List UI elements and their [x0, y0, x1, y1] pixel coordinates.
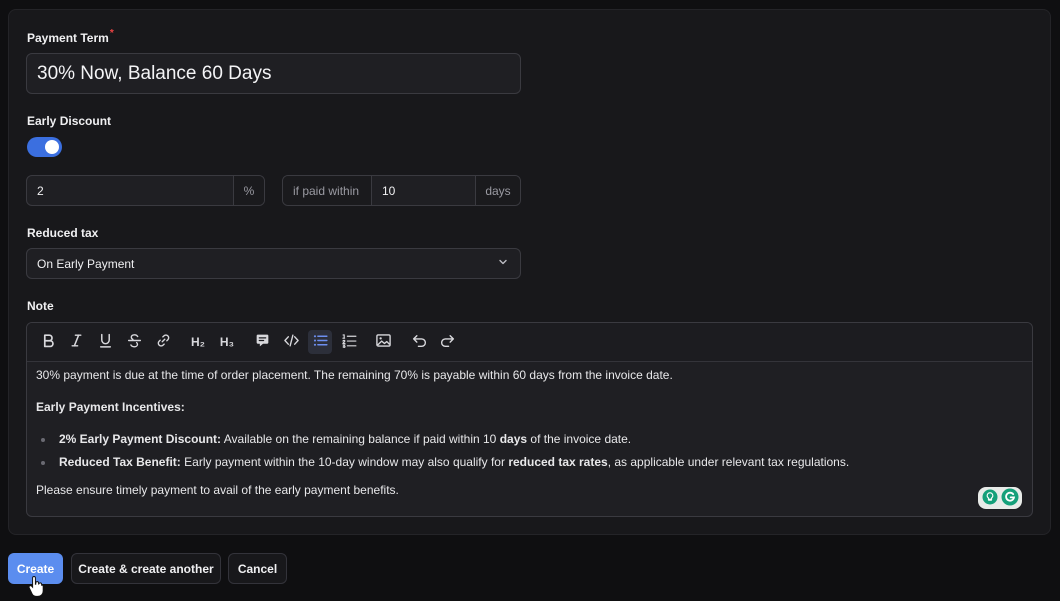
undo-button[interactable] [407, 330, 431, 354]
bold-icon [40, 332, 57, 352]
discount-days-value: 10 [382, 183, 396, 198]
create-another-button[interactable]: Create & create another [71, 553, 221, 584]
heading-2-icon: H₂ [191, 335, 205, 349]
discount-percent-input[interactable]: 2 [27, 176, 233, 205]
image-button[interactable] [371, 330, 395, 354]
hand-cursor-icon [28, 575, 46, 597]
chevron-down-icon [497, 256, 509, 271]
link-icon [155, 332, 172, 352]
bullet-list-button[interactable] [308, 330, 332, 354]
code-button[interactable] [279, 330, 303, 354]
underline-button[interactable] [93, 330, 117, 354]
incentives-list: 2% Early Payment Discount: Available on … [36, 431, 1023, 471]
bullet-2-title: Reduced Tax Benefit: [59, 455, 181, 470]
discount-percent-value: 2 [37, 183, 44, 198]
lightbulb-icon [982, 489, 998, 508]
bullet-list-icon [312, 332, 329, 352]
image-icon [375, 332, 392, 352]
editor-toolbar: H₂ H₃ [27, 323, 1032, 362]
ordered-list-icon [341, 332, 358, 352]
note-heading: Early Payment Incentives: [36, 399, 1023, 415]
strikethrough-icon [126, 332, 143, 352]
payment-term-input[interactable]: 30% Now, Balance 60 Days [26, 53, 521, 94]
cancel-button[interactable]: Cancel [228, 553, 287, 584]
bullet-1-text-a: Available on the remaining balance if pa… [221, 431, 500, 446]
bullet-2-text-a: Early payment within the 10-day window m… [180, 455, 509, 470]
grammarly-widget[interactable] [978, 487, 1022, 509]
if-paid-prefix: if paid within [283, 176, 371, 205]
bullet-1-bold: days [499, 431, 528, 446]
discount-days-input[interactable]: 10 [371, 176, 475, 205]
note-editor: H₂ H₃ 30% payment is due at the time of … [26, 322, 1033, 517]
underline-icon [97, 332, 114, 352]
heading-3-button[interactable]: H₃ [215, 330, 239, 354]
ordered-list-button[interactable] [337, 330, 361, 354]
reduced-tax-selected: On Early Payment [37, 256, 135, 271]
days-suffix: days [475, 176, 520, 205]
list-item: Reduced Tax Benefit: Early payment withi… [36, 455, 1023, 470]
note-paragraph-1: 30% payment is due at the time of order … [36, 368, 673, 382]
reduced-tax-select[interactable]: On Early Payment [26, 248, 521, 279]
heading-3-icon: H₃ [219, 335, 235, 349]
editor-content[interactable]: 30% payment is due at the time of order … [27, 362, 1032, 516]
early-discount-label: Early Discount [27, 114, 112, 128]
bullet-1-text-b: of the invoice date. [527, 431, 632, 446]
bullet-2-text-b: , as applicable under relevant tax regul… [607, 455, 850, 470]
note-heading-text: Early Payment Incentives: [36, 399, 185, 414]
early-discount-toggle[interactable] [27, 137, 62, 157]
italic-icon [68, 332, 85, 352]
link-button[interactable] [151, 330, 175, 354]
reduced-tax-label: Reduced tax [27, 226, 99, 240]
payment-term-value: 30% Now, Balance 60 Days [37, 62, 272, 84]
note-label: Note [27, 299, 54, 313]
comment-button[interactable] [250, 330, 274, 354]
bullet-2-bold: reduced tax rates [508, 455, 608, 470]
note-paragraph-2: Please ensure timely payment to avail of… [36, 483, 399, 498]
toggle-knob [45, 140, 59, 154]
bold-button[interactable] [36, 330, 60, 354]
redo-icon [439, 332, 456, 352]
heading-2-button[interactable]: H₂ [186, 330, 210, 354]
required-mark: * [109, 28, 114, 39]
discount-days-group: if paid within 10 days [282, 175, 521, 206]
list-item: 2% Early Payment Discount: Available on … [36, 431, 1023, 447]
payment-term-label: Payment Term* [27, 28, 114, 45]
strikethrough-button[interactable] [122, 330, 146, 354]
grammarly-icon [1001, 488, 1019, 509]
discount-percent-group: 2 % [26, 175, 265, 206]
redo-button[interactable] [435, 330, 459, 354]
percent-suffix: % [233, 176, 264, 205]
undo-icon [411, 332, 428, 352]
italic-button[interactable] [64, 330, 88, 354]
bullet-1-title: 2% Early Payment Discount: [59, 431, 222, 446]
code-icon [283, 332, 300, 352]
comment-icon [254, 332, 271, 352]
